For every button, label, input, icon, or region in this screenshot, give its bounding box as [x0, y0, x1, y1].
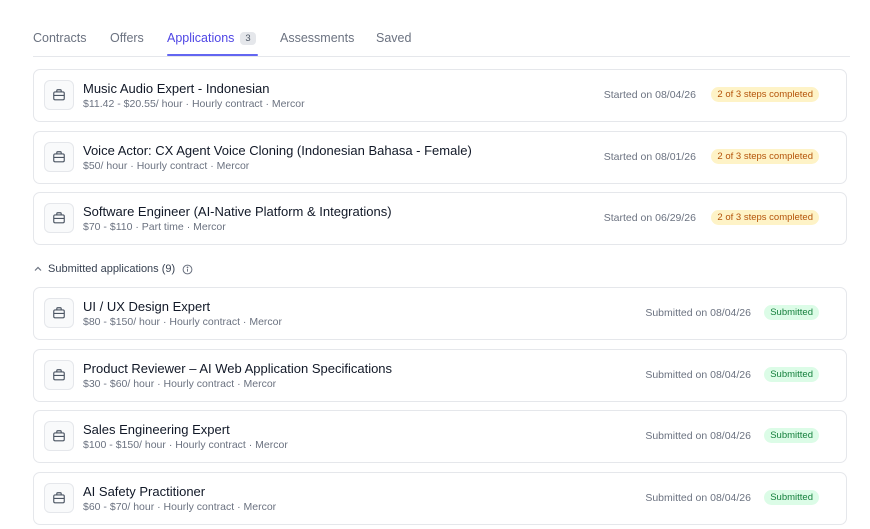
job-title: Voice Actor: CX Agent Voice Cloning (Ind…	[83, 143, 472, 158]
applications-count-badge: 3	[240, 32, 256, 45]
application-card[interactable]: Sales Engineering Expert $100 - $150/ ho…	[33, 410, 847, 463]
tab-bar: Contracts Offers Applications 3 Assessmen…	[33, 24, 850, 57]
application-card[interactable]: Product Reviewer – AI Web Application Sp…	[33, 349, 847, 402]
job-meta: $50/ hour · Hourly contract · Mercor	[83, 160, 250, 172]
job-meta: $80 - $150/ hour · Hourly contract · Mer…	[83, 316, 282, 328]
job-meta: $11.42 - $20.55/ hour · Hourly contract …	[83, 98, 305, 110]
briefcase-icon	[44, 483, 74, 513]
tab-contracts[interactable]: Contracts	[33, 31, 87, 45]
job-title: AI Safety Practitioner	[83, 484, 206, 499]
progress-badge: 2 of 3 steps completed	[711, 149, 819, 164]
submitted-badge: Submitted	[764, 305, 819, 320]
tab-assessments[interactable]: Assessments	[280, 31, 354, 45]
application-card[interactable]: Music Audio Expert - Indonesian $11.42 -…	[33, 69, 847, 122]
submitted-badge: Submitted	[764, 428, 819, 443]
submitted-date: Submitted on 08/04/26	[645, 430, 751, 442]
job-title: Software Engineer (AI-Native Platform & …	[83, 204, 392, 219]
tab-applications[interactable]: Applications 3	[167, 31, 256, 45]
tab-applications-label: Applications	[167, 31, 235, 45]
submitted-date: Submitted on 08/04/26	[645, 492, 751, 504]
progress-badge: 2 of 3 steps completed	[711, 87, 819, 102]
briefcase-icon	[44, 203, 74, 233]
application-card[interactable]: AI Safety Practitioner $60 - $70/ hour ·…	[33, 472, 847, 525]
job-title: Sales Engineering Expert	[83, 422, 230, 437]
submitted-date: Submitted on 08/04/26	[645, 369, 751, 381]
briefcase-icon	[44, 80, 74, 110]
job-meta: $30 - $60/ hour · Hourly contract · Merc…	[83, 378, 277, 390]
progress-badge: 2 of 3 steps completed	[711, 210, 819, 225]
application-card[interactable]: Software Engineer (AI-Native Platform & …	[33, 192, 847, 245]
job-meta: $70 - $110 · Part time · Mercor	[83, 221, 226, 233]
tab-offers[interactable]: Offers	[110, 31, 144, 45]
active-tab-indicator	[167, 54, 258, 56]
submitted-date: Submitted on 08/04/26	[645, 307, 751, 319]
briefcase-icon	[44, 298, 74, 328]
started-date: Started on 08/01/26	[603, 151, 696, 163]
job-title: Music Audio Expert - Indonesian	[83, 81, 270, 96]
tab-saved[interactable]: Saved	[376, 31, 411, 45]
job-title: UI / UX Design Expert	[83, 299, 211, 314]
briefcase-icon	[44, 142, 74, 172]
chevron-up-icon	[33, 264, 43, 274]
info-icon[interactable]	[182, 264, 193, 275]
started-date: Started on 06/29/26	[603, 212, 696, 224]
briefcase-icon	[44, 421, 74, 451]
job-meta: $60 - $70/ hour · Hourly contract · Merc…	[83, 501, 277, 513]
application-card[interactable]: UI / UX Design Expert $80 - $150/ hour ·…	[33, 287, 847, 340]
job-title: Product Reviewer – AI Web Application Sp…	[83, 361, 393, 376]
started-date: Started on 08/04/26	[603, 89, 696, 101]
job-meta: $100 - $150/ hour · Hourly contract · Me…	[83, 439, 288, 451]
submitted-badge: Submitted	[764, 490, 819, 505]
submitted-applications-label: Submitted applications (9)	[48, 263, 176, 275]
application-card[interactable]: Voice Actor: CX Agent Voice Cloning (Ind…	[33, 131, 847, 184]
submitted-applications-toggle[interactable]: Submitted applications (9)	[33, 263, 193, 275]
briefcase-icon	[44, 360, 74, 390]
submitted-badge: Submitted	[764, 367, 819, 382]
